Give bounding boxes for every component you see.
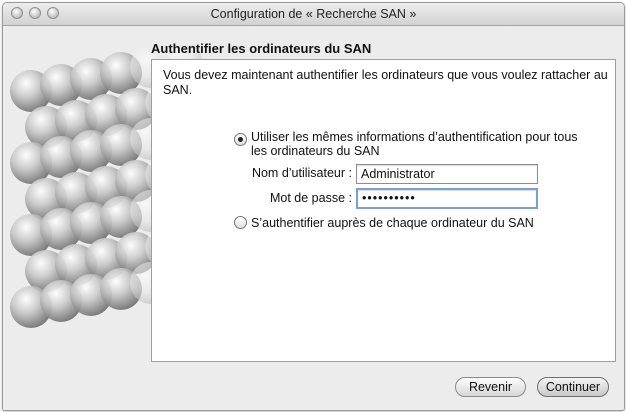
same-credentials-label[interactable]: Utiliser les mêmes informations d’authen…	[251, 130, 581, 158]
window-content: Authentifier les ordinateurs du SAN Vous…	[3, 26, 624, 410]
assistant-window: Configuration de « Recherche SAN » Authe…	[2, 2, 625, 411]
password-label: Mot de passe :	[270, 191, 352, 205]
page-title: Authentifier les ordinateurs du SAN	[151, 41, 372, 56]
username-label: Nom d’utilisateur :	[251, 166, 352, 180]
per-computer-label[interactable]: S’authentifier auprès de chaque ordinate…	[251, 216, 581, 230]
title-bar: Configuration de « Recherche SAN »	[3, 3, 624, 26]
per-computer-radio[interactable]	[234, 216, 247, 229]
username-field[interactable]: Administrator	[356, 164, 538, 184]
window-title: Configuration de « Recherche SAN »	[210, 7, 417, 21]
intro-text: Vous devez maintenant authentifier les o…	[163, 68, 608, 97]
continue-button[interactable]: Continuer	[537, 377, 609, 397]
content-panel: Vous devez maintenant authentifier les o…	[151, 59, 616, 362]
password-field[interactable]: ••••••••••	[356, 188, 538, 209]
same-credentials-radio[interactable]	[234, 133, 247, 146]
back-button[interactable]: Revenir	[455, 377, 526, 397]
